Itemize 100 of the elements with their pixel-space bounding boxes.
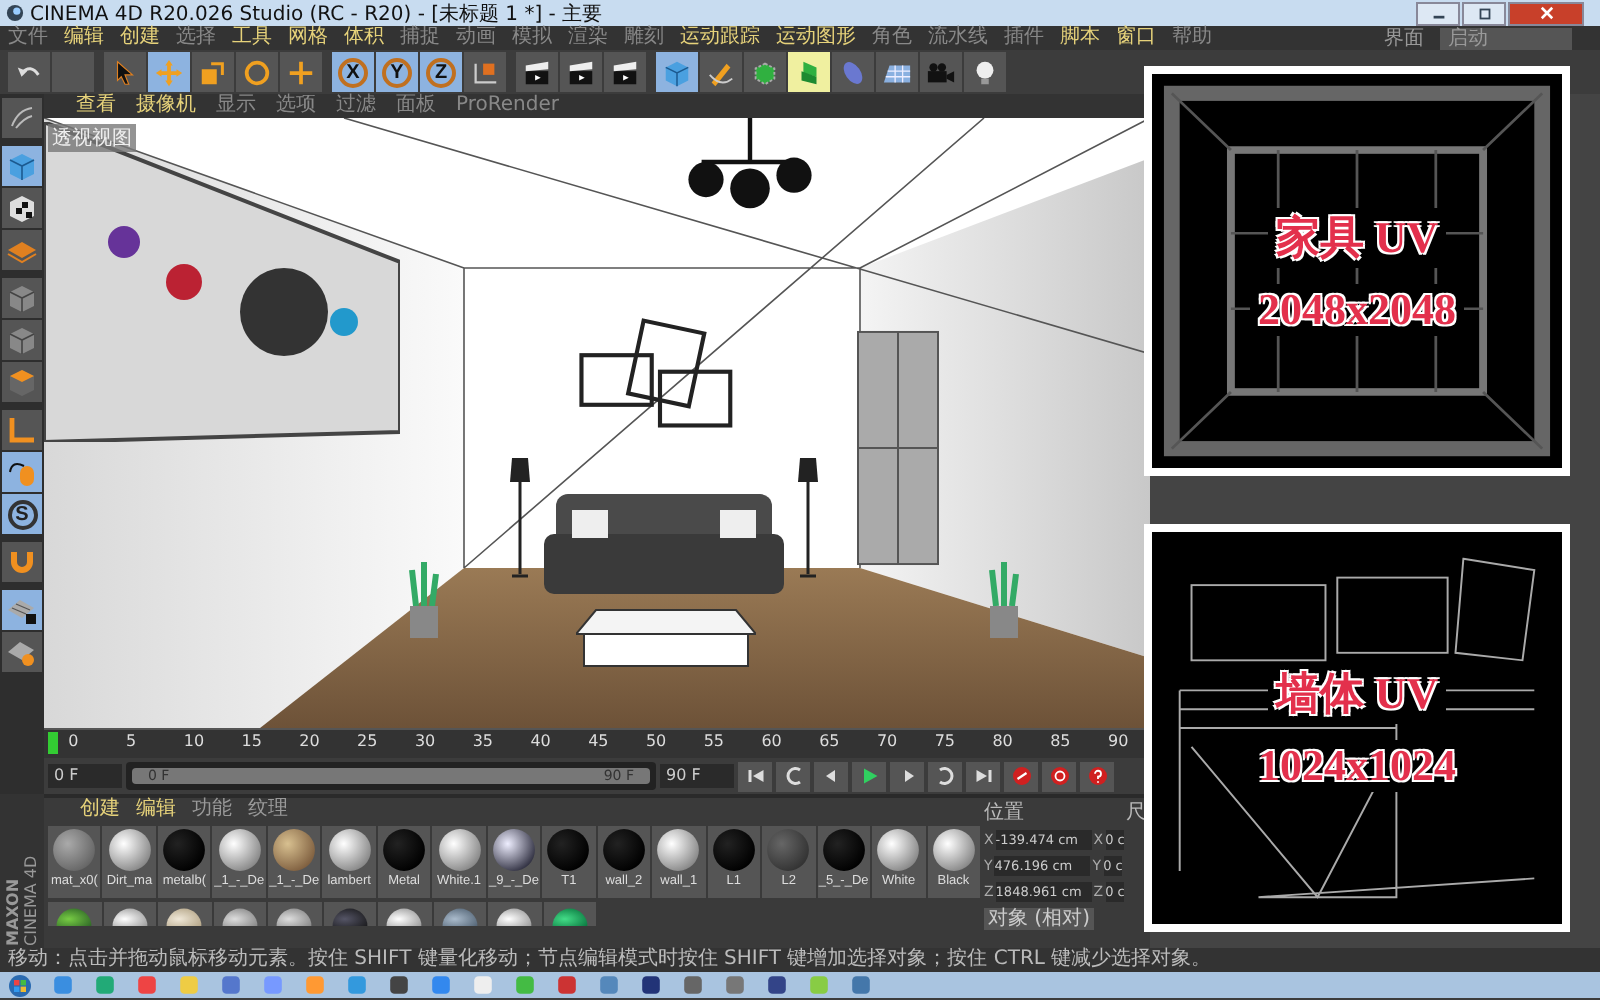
- material-sphere-icon: [876, 828, 921, 872]
- tool-button[interactable]: [560, 52, 602, 92]
- viewport-menu-item[interactable]: 摄像机: [136, 94, 196, 118]
- transport-button[interactable]: [852, 761, 886, 791]
- start-orb-icon[interactable]: [8, 973, 32, 997]
- tick-label: 20: [299, 732, 320, 752]
- magnet-icon: [6, 546, 38, 578]
- menu-item[interactable]: 帮助: [1172, 26, 1212, 50]
- tick-label: 90: [1107, 732, 1129, 752]
- taskbar-app-icon[interactable]: [556, 974, 578, 996]
- taskbar-app-icon[interactable]: [640, 974, 662, 996]
- material-menu-item[interactable]: 功能: [192, 798, 232, 822]
- material-sphere-icon: [711, 828, 756, 872]
- menu-item[interactable]: 文件: [8, 26, 48, 50]
- menu-item[interactable]: 工具: [232, 26, 272, 50]
- tool-button[interactable]: Z: [420, 52, 462, 92]
- transport-button[interactable]: [928, 761, 962, 791]
- transport-button[interactable]: [966, 761, 1000, 791]
- dashed-cube-icon: [750, 57, 780, 87]
- menu-item[interactable]: 运动跟踪: [680, 26, 760, 50]
- camera-icon: [926, 57, 956, 87]
- coordinate-mode-dropdown[interactable]: 对象 (相对): [984, 908, 1094, 930]
- start-frame-field[interactable]: 0 F: [48, 764, 122, 788]
- maximize-button[interactable]: [1462, 1, 1506, 25]
- material-thumbnail[interactable]: [543, 902, 596, 926]
- menu-item[interactable]: 角色: [872, 26, 912, 50]
- menu-item[interactable]: 流水线: [928, 26, 988, 50]
- material-thumbnail[interactable]: [268, 902, 321, 926]
- position-heading: 位置: [984, 802, 1024, 824]
- floor-lamp-drawing: [796, 458, 820, 578]
- tick-label: 25: [357, 732, 378, 752]
- material-menu-item[interactable]: 创建: [80, 798, 120, 822]
- clapperboard-icon: [610, 57, 640, 87]
- menu-item[interactable]: 模拟: [512, 26, 552, 50]
- material-thumbnail[interactable]: [433, 902, 486, 926]
- timeline-ruler[interactable]: 0 5 10 15 20 25 30 35 40 45 50 55 60 65 70 75 80 85 90: [44, 728, 1150, 758]
- menu-item[interactable]: 捕捉: [400, 26, 440, 50]
- overlay-caption: 2048x2048: [1250, 283, 1464, 335]
- material-menu-item[interactable]: 编辑: [136, 798, 176, 822]
- view-label: 透视视图: [48, 124, 136, 152]
- tool-button[interactable]: [604, 52, 646, 92]
- taskbar-app-icon[interactable]: [766, 974, 788, 996]
- material-menu-item[interactable]: 纹理: [248, 798, 288, 822]
- tool-button[interactable]: Y: [376, 52, 418, 92]
- menu-item[interactable]: 雕刻: [624, 26, 664, 50]
- menu-item[interactable]: 窗口: [1116, 26, 1156, 50]
- material-thumbnail[interactable]: [213, 902, 266, 926]
- menu-item[interactable]: 编辑: [64, 26, 104, 50]
- transport-button[interactable]: [1042, 761, 1076, 791]
- material-thumbnail[interactable]: [158, 902, 211, 926]
- transport-button[interactable]: [1080, 761, 1114, 791]
- box-top-face-icon: [6, 366, 38, 398]
- transport-button[interactable]: [1004, 761, 1038, 791]
- transport-button[interactable]: [738, 761, 772, 791]
- menu-item[interactable]: 创建: [120, 26, 160, 50]
- help-key-icon: [1085, 764, 1109, 788]
- material-thumbnail[interactable]: [488, 902, 541, 926]
- taskbar-app-icon[interactable]: [388, 974, 410, 996]
- viewport-menu-item[interactable]: ProRender: [456, 94, 559, 118]
- viewport-menu-item[interactable]: 选项: [276, 94, 316, 118]
- tool-button[interactable]: [104, 52, 146, 92]
- viewport-menu-item[interactable]: 过滤: [336, 94, 376, 118]
- close-button[interactable]: [1508, 1, 1584, 25]
- menu-item[interactable]: 脚本: [1060, 26, 1100, 50]
- tool-button[interactable]: [2, 590, 42, 630]
- menu-item[interactable]: 运动图形: [776, 26, 856, 50]
- viewport-menu-item[interactable]: 查看: [76, 94, 116, 118]
- tool-button[interactable]: [516, 52, 558, 92]
- menu-item[interactable]: 体积: [344, 26, 384, 50]
- transport-button[interactable]: [776, 761, 810, 791]
- material-thumbnail[interactable]: [378, 902, 431, 926]
- viewport-menu-item[interactable]: 面板: [396, 94, 436, 118]
- viewport-menu-item[interactable]: 显示: [216, 94, 256, 118]
- tool-button[interactable]: [2, 188, 42, 228]
- menu-item[interactable]: 网格: [288, 26, 328, 50]
- end-frame-field[interactable]: 90 F: [660, 764, 734, 788]
- material-sphere-icon: [766, 828, 811, 872]
- transport-button[interactable]: [814, 761, 848, 791]
- material-thumbnail[interactable]: [103, 902, 156, 926]
- tick-label: 15: [241, 732, 262, 752]
- menu-item[interactable]: 插件: [1004, 26, 1044, 50]
- oval-icon: [838, 57, 868, 87]
- axis-cross-icon: [286, 57, 316, 87]
- menu-item[interactable]: 选择: [176, 26, 216, 50]
- cube-icon: [6, 150, 38, 182]
- potted-plant-drawing: [984, 562, 1024, 642]
- brush-logo-icon: [6, 102, 38, 134]
- tool-button[interactable]: [964, 52, 1006, 92]
- menu-item[interactable]: 渲染: [568, 26, 608, 50]
- tool-button[interactable]: S: [2, 494, 42, 534]
- tool-button[interactable]: [876, 52, 918, 92]
- transport-button[interactable]: [890, 761, 924, 791]
- layout-label: 界面: [1384, 26, 1424, 52]
- playhead-handle[interactable]: [47, 732, 58, 754]
- taskbar-app-icon[interactable]: [682, 974, 704, 996]
- move-arrows-icon: [154, 57, 184, 87]
- tool-button[interactable]: X: [332, 52, 374, 92]
- material-thumbnail[interactable]: [323, 902, 376, 926]
- material-thumbnail[interactable]: [48, 902, 101, 926]
- menu-item[interactable]: 动画: [456, 26, 496, 50]
